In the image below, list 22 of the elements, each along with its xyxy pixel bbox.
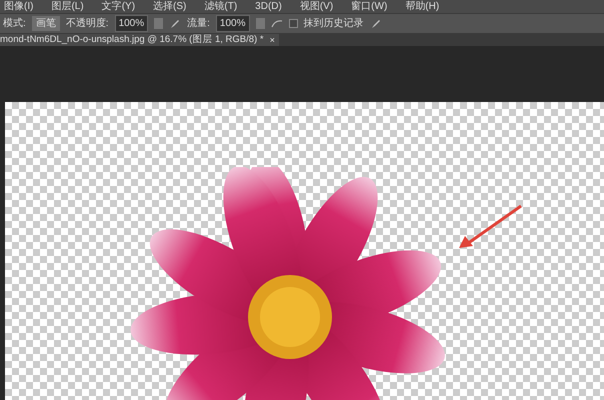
menu-item[interactable]: 文字(Y) (102, 2, 136, 12)
menu-item[interactable]: 选择(S) (153, 2, 186, 12)
close-icon[interactable]: × (270, 36, 275, 44)
menu-item[interactable]: 视图(V) (300, 2, 334, 12)
menu-item[interactable]: 窗口(W) (351, 2, 388, 12)
history-checkbox[interactable] (288, 19, 298, 28)
menu-item[interactable]: 图层(L) (51, 2, 84, 12)
menu-item[interactable]: 图像(I) (4, 2, 34, 12)
brush-icon[interactable] (370, 18, 382, 30)
flow-label: 流量: (187, 16, 210, 31)
history-label: 抹到历史记录 (304, 16, 364, 31)
airbrush-icon[interactable] (270, 18, 282, 28)
brush-icon[interactable] (169, 18, 182, 30)
menu-item[interactable]: 3D(D) (255, 2, 282, 12)
mode-label: 模式: (3, 16, 26, 31)
mode-dropdown[interactable]: 画笔 (32, 16, 60, 31)
flow-field[interactable]: 100% (216, 15, 250, 32)
menu-item[interactable]: 滤镜(T) (204, 2, 238, 12)
menu-item[interactable]: 帮助(H) (405, 2, 440, 12)
opacity-field[interactable]: 100% (114, 15, 148, 32)
document-tab[interactable]: mond-tNm6DL_nO-o-unsplash.jpg @ 16.7% (图层 1, RGB/8) * × (0, 34, 279, 46)
opacity-label: 不透明度: (66, 16, 109, 31)
